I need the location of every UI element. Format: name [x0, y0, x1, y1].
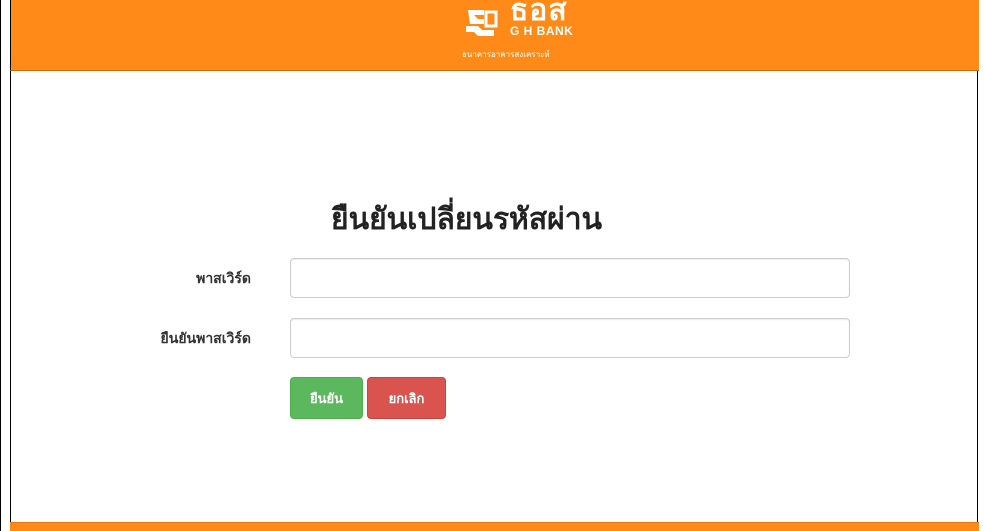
page-frame: ธอส G H BANK ธนาคารอาคารสงเคราะห์ ยืนยัน…	[0, 0, 979, 531]
site-header: ธอส G H BANK ธนาคารอาคารสงเคราะห์	[10, 0, 979, 71]
confirm-password-label: ยืนยันพาสเวิร์ด	[160, 331, 251, 347]
ghbank-logo-icon	[466, 10, 498, 36]
cancel-button[interactable]: ยกเลิก	[367, 377, 446, 419]
confirm-password-input[interactable]	[290, 318, 850, 358]
page-title: ยืนยันเปลี่ยนรหัสผ่าน	[331, 202, 603, 237]
confirm-button[interactable]: ยืนยัน	[290, 377, 363, 419]
password-label: พาสเวิร์ด	[196, 271, 251, 287]
content-divider	[10, 71, 11, 531]
logo-english-text: G H BANK	[510, 24, 574, 38]
footer-bar	[10, 522, 979, 531]
logo-thai-text: ธอส	[510, 0, 568, 28]
ghbank-logo[interactable]: ธอส G H BANK ธนาคารอาคารสงเคราะห์	[456, 0, 596, 62]
password-input[interactable]	[290, 258, 850, 298]
logo-subtitle: ธนาคารอาคารสงเคราะห์	[462, 50, 550, 59]
